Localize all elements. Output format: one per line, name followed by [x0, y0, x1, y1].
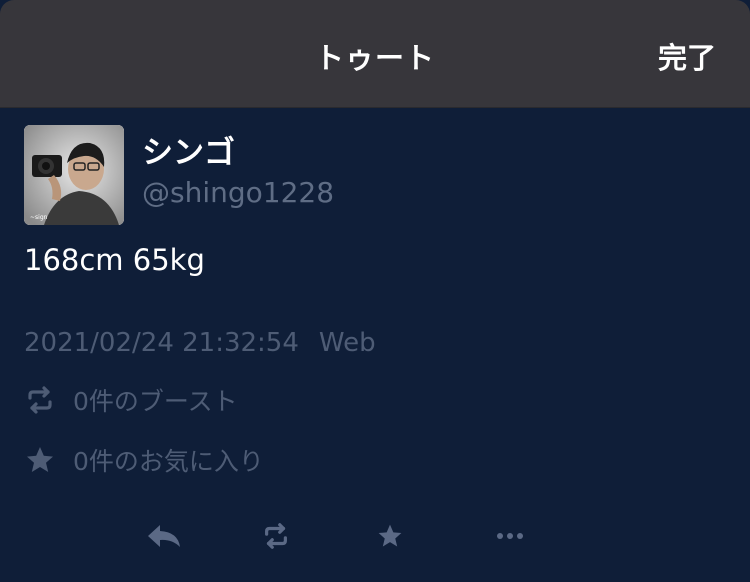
toot-content: 168cm 65kg: [24, 243, 205, 277]
boost-count-row[interactable]: 0件のブースト: [24, 382, 238, 418]
nav-title: トゥート: [314, 41, 435, 75]
navigation-bar: トゥート 完了: [0, 0, 750, 108]
display-name[interactable]: シンゴ: [142, 127, 235, 172]
star-icon: [378, 524, 402, 547]
favourite-count-row[interactable]: 0件のお気に入り: [24, 442, 264, 478]
account-handle[interactable]: @shingo1228: [142, 176, 334, 209]
favourite-button[interactable]: [370, 516, 410, 556]
status-timestamp: 2021/02/24 21:32:54: [24, 328, 299, 358]
more-button[interactable]: [490, 516, 530, 556]
svg-text:~sign: ~sign: [30, 214, 48, 221]
status-meta: 2021/02/24 21:32:54 Web: [24, 328, 376, 358]
boost-button[interactable]: [256, 516, 296, 556]
reply-icon: [148, 525, 180, 547]
favourite-count-label: 0件のお気に入り: [73, 447, 264, 476]
status-application[interactable]: Web: [319, 328, 376, 358]
star-icon: [24, 444, 56, 476]
boost-icon: [24, 384, 56, 416]
action-bar: [0, 516, 750, 556]
more-icon: [497, 533, 523, 539]
boost-icon: [265, 523, 287, 549]
boost-count-label: 0件のブースト: [73, 387, 238, 416]
reply-button[interactable]: [144, 516, 184, 556]
toot-detail-sheet: トゥート 完了 ~sign シンゴ @shingo1228 168cm 65kg…: [0, 0, 750, 582]
done-button[interactable]: 完了: [658, 35, 716, 77]
avatar[interactable]: ~sign: [24, 125, 124, 225]
